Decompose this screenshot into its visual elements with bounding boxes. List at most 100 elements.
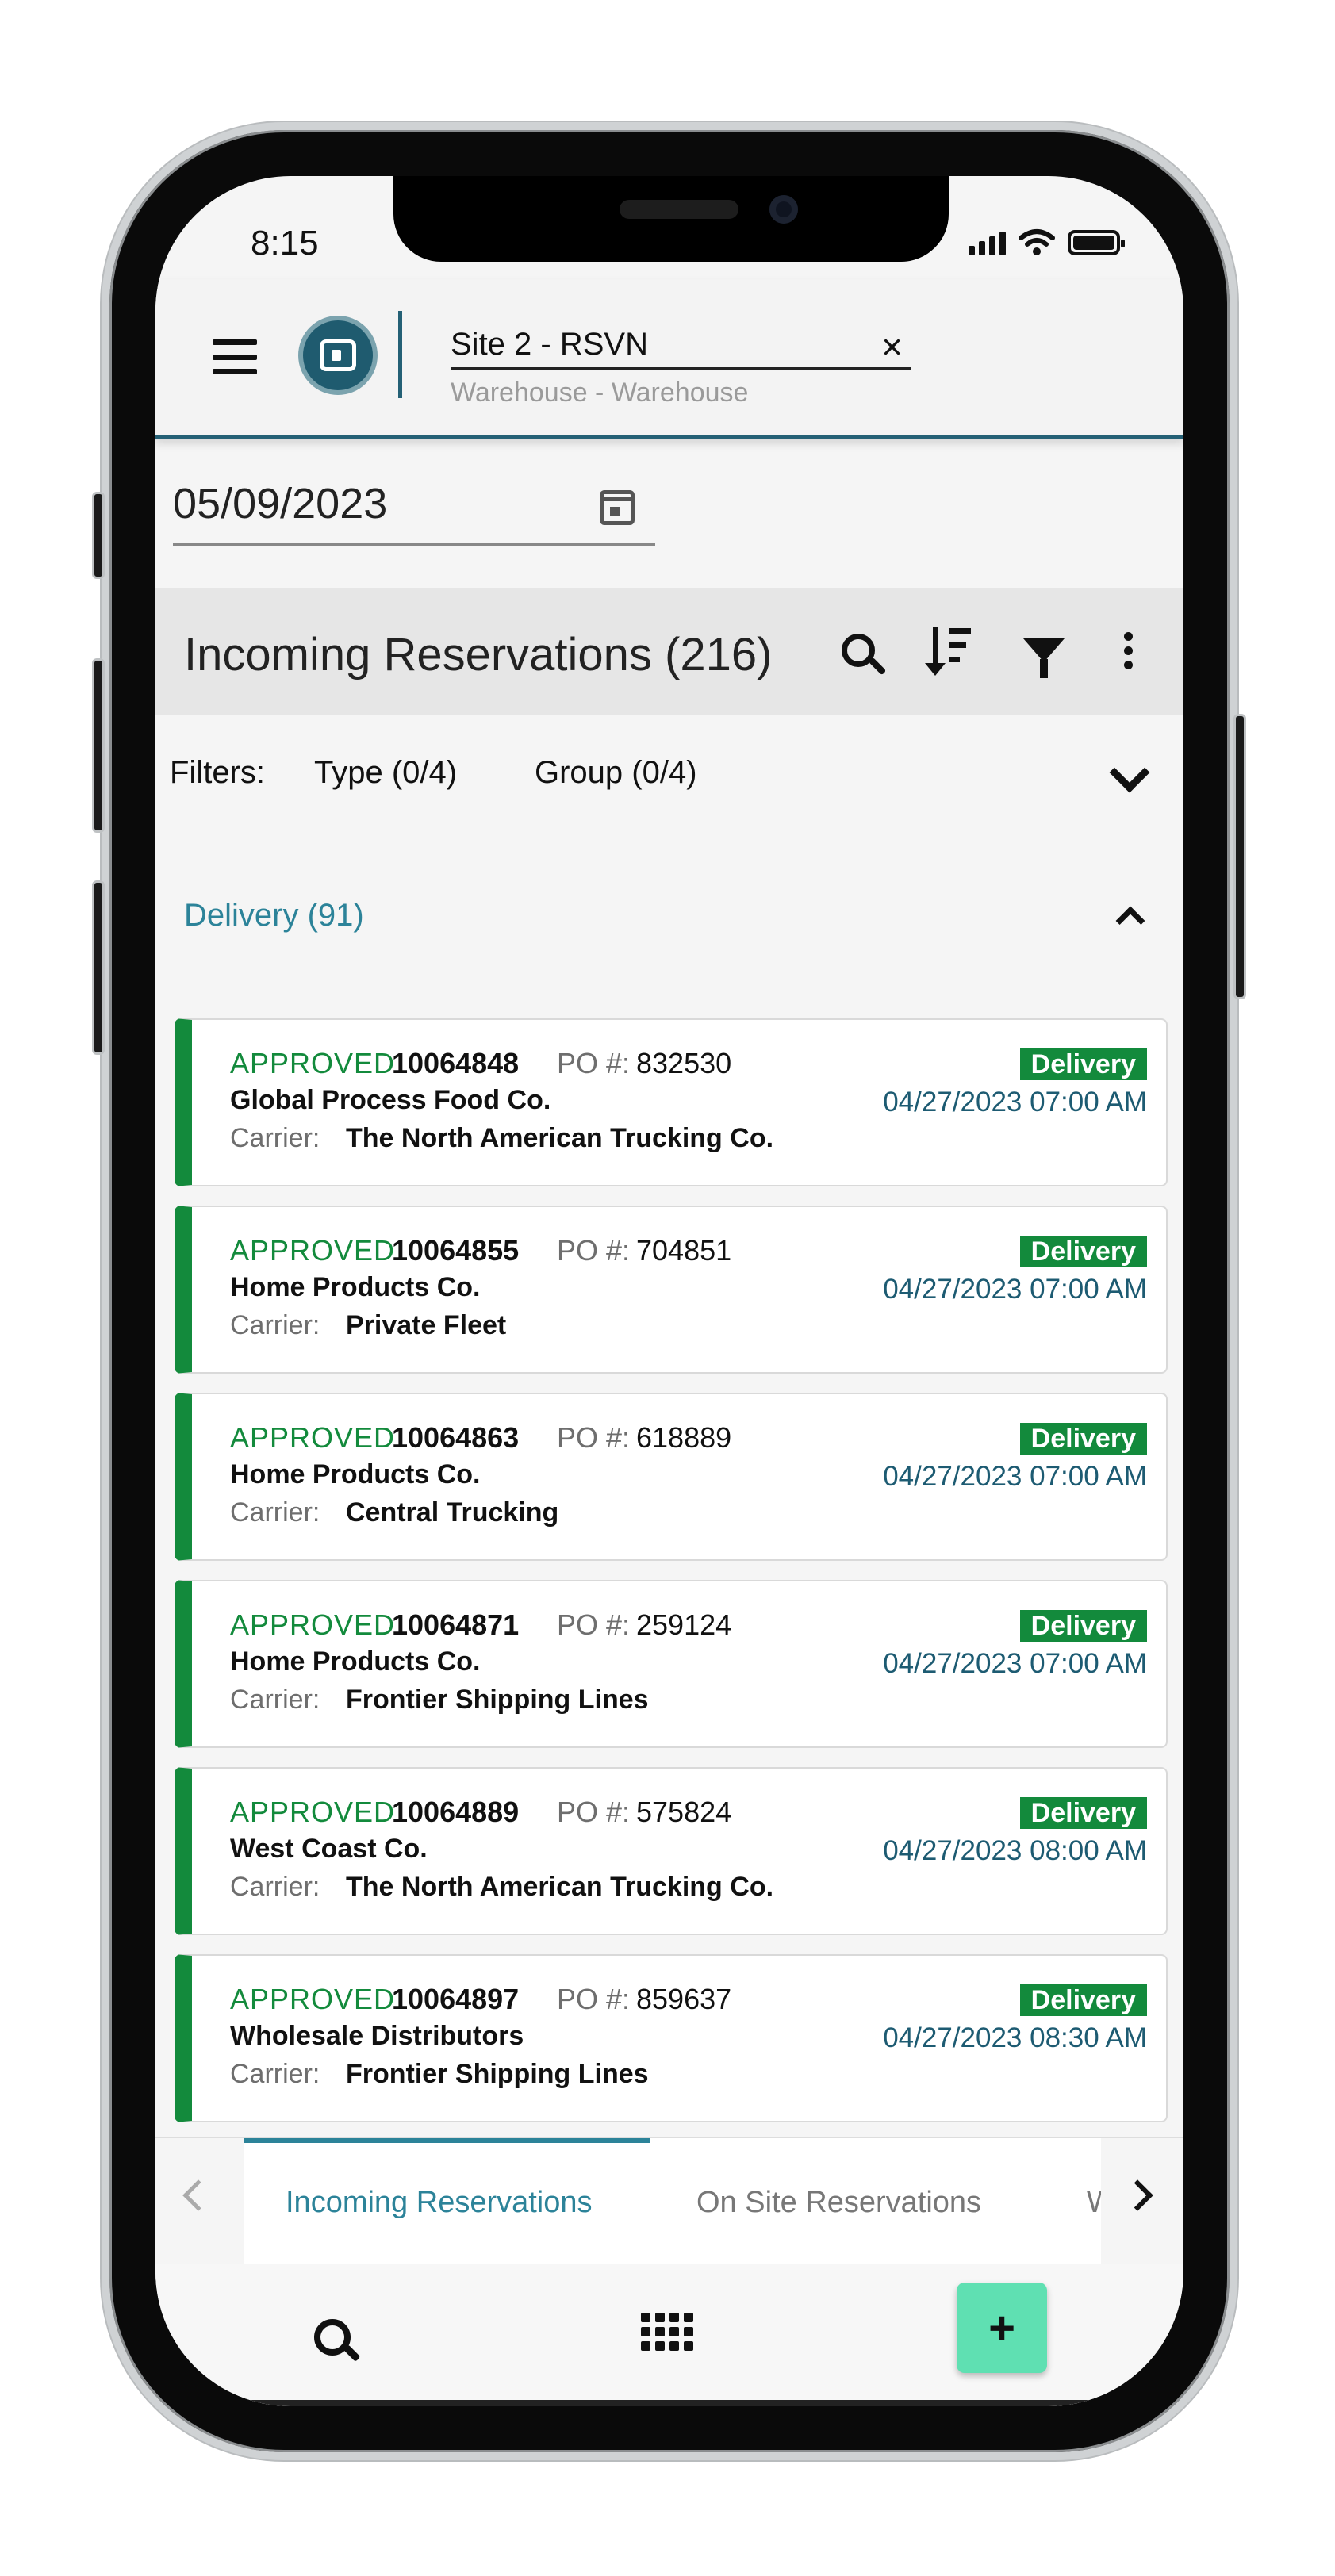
po-label: PO #:	[557, 1047, 631, 1079]
wifi-icon	[1019, 229, 1055, 255]
company-logo	[298, 316, 378, 395]
volume-down-button	[92, 880, 105, 1055]
close-icon[interactable]: ×	[881, 325, 903, 368]
date-value: 05/09/2023	[173, 480, 388, 527]
tab-strip: Incoming Reservations On Site Reservatio…	[244, 2138, 1101, 2265]
company-name: Home Products Co.	[230, 1646, 481, 1677]
status-time: 8:15	[251, 224, 319, 263]
po-number: 832530	[636, 1047, 732, 1079]
appointment-datetime: 04/27/2023 07:00 AM	[883, 1648, 1147, 1679]
reservation-id: 10064863	[392, 1421, 520, 1454]
reservation-list: APPROVED 10064848 PO #: 832530 Global Pr…	[175, 1018, 1168, 2141]
po-number: 704851	[636, 1234, 732, 1267]
reservation-card[interactable]: APPROVED 10064871 PO #: 259124 Home Prod…	[175, 1580, 1168, 1748]
group-filter-chip[interactable]: Group (0/4)	[535, 755, 697, 791]
chevron-right-icon[interactable]	[1122, 2179, 1153, 2211]
po-number: 259124	[636, 1608, 732, 1641]
header-divider	[398, 311, 402, 398]
carrier-label: Carrier:	[230, 1497, 320, 1528]
home-indicator	[155, 2400, 1183, 2406]
site-selector-field[interactable]: Site 2 - RSVN ×	[451, 312, 911, 370]
reservation-card[interactable]: APPROVED 10064863 PO #: 618889 Home Prod…	[175, 1393, 1168, 1561]
type-badge: Delivery	[1019, 1423, 1147, 1455]
date-picker-field[interactable]: 05/09/2023	[173, 462, 655, 546]
status-label: APPROVED	[230, 1047, 396, 1079]
status-label: APPROVED	[230, 1796, 396, 1828]
carrier-label: Carrier:	[230, 2059, 320, 2089]
sort-button[interactable]	[925, 625, 977, 676]
appointment-datetime: 04/27/2023 08:30 AM	[883, 2022, 1147, 2053]
site-value: Site 2 - RSVN	[451, 327, 648, 362]
status-icons	[969, 228, 1125, 255]
company-name: Wholesale Distributors	[230, 2021, 524, 2051]
list-header: Incoming Reservations (216)	[155, 588, 1183, 715]
reservation-id: 10064848	[392, 1047, 520, 1079]
carrier-label: Carrier:	[230, 1685, 320, 1715]
front-camera	[769, 195, 798, 224]
po-number: 575824	[636, 1796, 732, 1828]
apps-grid-icon[interactable]	[641, 2313, 693, 2351]
calendar-icon[interactable]	[600, 490, 635, 525]
carrier-name: The North American Trucking Co.	[346, 1872, 774, 1902]
tab-third[interactable]: W	[1087, 2186, 1101, 2220]
group-title: Delivery (91)	[184, 898, 364, 933]
type-badge: Delivery	[1019, 1610, 1147, 1642]
po-label: PO #:	[557, 1234, 631, 1267]
reservation-card[interactable]: APPROVED 10064855 PO #: 704851 Home Prod…	[175, 1206, 1168, 1374]
more-vert-icon	[1123, 631, 1133, 669]
power-button	[1233, 714, 1246, 999]
add-button[interactable]: +	[957, 2283, 1047, 2373]
status-label: APPROVED	[230, 1421, 396, 1454]
appointment-datetime: 04/27/2023 07:00 AM	[883, 1087, 1147, 1117]
tab-on-site-reservations[interactable]: On Site Reservations	[696, 2186, 981, 2220]
active-tab-indicator	[244, 2138, 650, 2143]
appointment-datetime: 04/27/2023 07:00 AM	[883, 1274, 1147, 1305]
po-label: PO #:	[557, 1421, 631, 1454]
carrier-name: Central Trucking	[346, 1497, 559, 1528]
carrier-name: The North American Trucking Co.	[346, 1123, 774, 1153]
sort-icon	[925, 627, 974, 676]
type-badge: Delivery	[1019, 1048, 1147, 1080]
reservation-id: 10064889	[392, 1796, 520, 1828]
filters-row: Filters: Type (0/4) Group (0/4)	[155, 731, 1183, 811]
appointment-datetime: 04/27/2023 07:00 AM	[883, 1461, 1147, 1492]
device-notch	[393, 176, 949, 262]
chevron-left-icon[interactable]	[182, 2179, 214, 2211]
chevron-down-icon[interactable]	[1109, 752, 1150, 793]
search-button[interactable]	[833, 625, 884, 676]
po-label: PO #:	[557, 1983, 631, 2015]
search-icon	[842, 634, 875, 667]
reservation-card[interactable]: APPROVED 10064848 PO #: 832530 Global Pr…	[175, 1018, 1168, 1186]
site-subtitle: Warehouse - Warehouse	[451, 378, 749, 408]
po-number: 618889	[636, 1421, 732, 1454]
tab-incoming-reservations[interactable]: Incoming Reservations	[286, 2186, 593, 2220]
status-label: APPROVED	[230, 1608, 396, 1641]
delivery-group-header[interactable]: Delivery (91)	[155, 874, 1183, 953]
mute-switch	[92, 492, 105, 579]
type-filter-chip[interactable]: Type (0/4)	[314, 755, 457, 791]
status-label: APPROVED	[230, 1234, 396, 1267]
hamburger-menu-icon[interactable]	[213, 339, 257, 374]
carrier-label: Carrier:	[230, 1872, 320, 1902]
carrier-name: Frontier Shipping Lines	[346, 1685, 649, 1715]
company-name: Home Products Co.	[230, 1459, 481, 1489]
type-badge: Delivery	[1019, 1797, 1147, 1829]
po-number: 859637	[636, 1983, 732, 2015]
app-screen: 8:15 Site 2 - RSVN × Warehouse - Warehou…	[155, 176, 1183, 2406]
app-header: Site 2 - RSVN × Warehouse - Warehouse	[155, 279, 1183, 439]
reservation-id: 10064897	[392, 1983, 520, 2015]
reservation-id: 10064871	[392, 1608, 520, 1641]
reservation-card[interactable]: APPROVED 10064889 PO #: 575824 West Coas…	[175, 1767, 1168, 1935]
company-name: Global Process Food Co.	[230, 1085, 551, 1115]
filter-button[interactable]	[1019, 625, 1069, 678]
search-icon[interactable]	[314, 2319, 351, 2356]
more-options-button[interactable]	[1103, 625, 1153, 676]
reservation-card[interactable]: APPROVED 10064897 PO #: 859637 Wholesale…	[175, 1954, 1168, 2122]
company-name: West Coast Co.	[230, 1834, 428, 1864]
po-label: PO #:	[557, 1796, 631, 1828]
appointment-datetime: 04/27/2023 08:00 AM	[883, 1835, 1147, 1866]
type-badge: Delivery	[1019, 1236, 1147, 1267]
tab-bar: Incoming Reservations On Site Reservatio…	[155, 2137, 1183, 2265]
po-label: PO #:	[557, 1608, 631, 1641]
chevron-up-icon[interactable]	[1115, 906, 1145, 936]
